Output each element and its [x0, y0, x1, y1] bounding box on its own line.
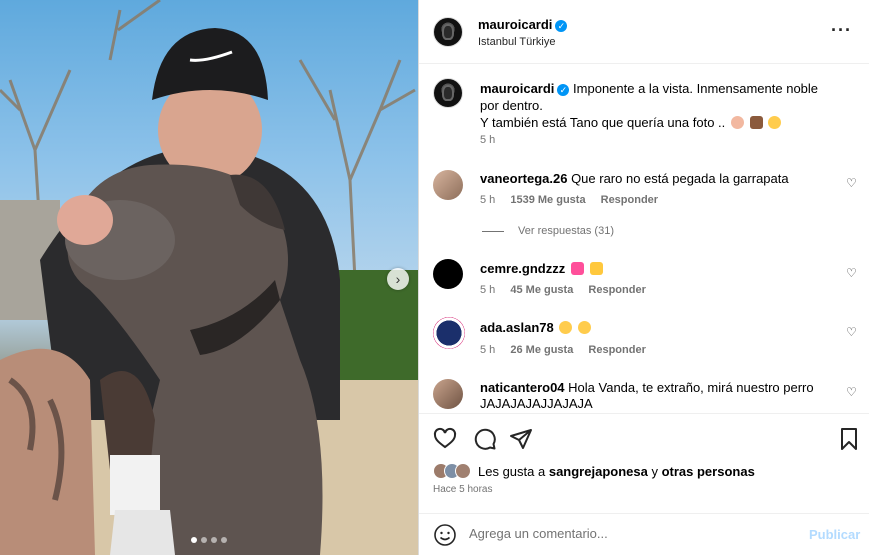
pink-heart-emoji-icon	[570, 262, 584, 275]
comment-time: 5 h	[480, 284, 496, 296]
verified-badge-icon: ✓	[557, 84, 570, 96]
comment-likes[interactable]: 45 Me gusta	[510, 284, 573, 296]
comment-time: 5 h	[480, 344, 496, 356]
comments-section[interactable]: mauroicardi ✓ Imponente a la vista. Inmen…	[419, 65, 869, 413]
comment: naticantero04 Hola Vanda, te extraño, mi…	[480, 380, 840, 412]
post-timestamp: Hace 5 horas	[433, 484, 493, 495]
yellow-heart-emoji-icon	[589, 262, 603, 275]
carousel-dot	[211, 537, 217, 543]
caption-username[interactable]: mauroicardi	[480, 81, 554, 96]
like-comment-icon[interactable]: ♡	[846, 176, 857, 190]
like-comment-icon[interactable]: ♡	[846, 266, 857, 280]
comment-text: Que raro no está pegada la garrapata	[571, 171, 789, 186]
comment-username[interactable]: ada.aslan78	[480, 320, 554, 335]
carousel-dot	[201, 537, 207, 543]
comment-input[interactable]	[469, 526, 769, 541]
caption-time: 5 h	[480, 134, 496, 146]
comment-time: 5 h	[480, 194, 496, 206]
photo-illustration	[0, 0, 418, 555]
brown-heart-emoji-icon	[749, 116, 763, 129]
comment-meta: 5 h 26 Me gusta Responder	[480, 344, 646, 356]
caption-text-line2: Y también está Tano que quería una foto …	[480, 115, 726, 130]
comment-avatar[interactable]	[433, 259, 463, 289]
comment-avatar[interactable]	[433, 317, 465, 349]
like-comment-icon[interactable]: ♡	[846, 325, 857, 339]
post-location[interactable]: Istanbul Türkiye	[478, 36, 555, 48]
add-comment-bar: Publicar	[419, 513, 869, 555]
reply-button[interactable]: Responder	[601, 194, 658, 206]
post-side-panel: mauroicardi ✓ Istanbul Türkiye ··· mauroi…	[418, 0, 869, 555]
heart-eyes-emoji-icon	[768, 116, 782, 129]
caption-avatar[interactable]	[433, 78, 463, 108]
comment-username[interactable]: vaneortega.26	[480, 171, 567, 186]
next-slide-button[interactable]: ›	[387, 268, 409, 290]
author-username[interactable]: mauroicardi ✓	[478, 17, 568, 32]
comment-likes[interactable]: 1539 Me gusta	[510, 194, 585, 206]
comment-meta: 5 h 45 Me gusta Responder	[480, 284, 646, 296]
comment: cemre.gndzzz	[480, 261, 840, 277]
comment-avatar[interactable]	[433, 170, 463, 200]
post-photo[interactable]: ›	[0, 0, 418, 555]
comment: ada.aslan78	[480, 320, 840, 336]
star-struck-emoji-icon	[577, 321, 591, 334]
instagram-post: › mauroicardi ✓ Istanbul Türkiye ··· maur…	[0, 0, 869, 555]
share-send-icon[interactable]	[509, 427, 533, 451]
post-header: mauroicardi ✓ Istanbul Türkiye ···	[419, 0, 869, 64]
post-actions: Les gusta a sangrejaponesa y otras perso…	[419, 413, 869, 513]
carousel-dot	[191, 537, 197, 543]
comment-username[interactable]: cemre.gndzzz	[480, 261, 565, 276]
comment-username[interactable]: naticantero04	[480, 380, 565, 395]
comment-bubble-icon[interactable]	[473, 427, 497, 451]
liker-avatar	[455, 463, 471, 479]
star-struck-emoji-icon	[559, 321, 573, 334]
view-replies-button[interactable]: Ver respuestas (31)	[482, 225, 614, 237]
comment-likes[interactable]: 26 Me gusta	[510, 344, 573, 356]
verified-badge-icon: ✓	[555, 20, 568, 32]
likes-text: Les gusta a sangrejaponesa y otras perso…	[478, 463, 755, 479]
comment: vaneortega.26 Que raro no está pegada la…	[480, 171, 840, 187]
publish-button[interactable]: Publicar	[809, 527, 860, 542]
save-bookmark-icon[interactable]	[837, 427, 861, 451]
like-heart-icon[interactable]	[433, 427, 457, 451]
likes-summary[interactable]: Les gusta a sangrejaponesa y otras perso…	[433, 462, 755, 480]
reply-button[interactable]: Responder	[588, 344, 645, 356]
carousel-indicator	[0, 537, 418, 543]
comment-meta: 5 h 1539 Me gusta Responder	[480, 194, 658, 206]
dog-face-emoji-icon	[730, 116, 744, 129]
comment-avatar[interactable]	[433, 379, 463, 409]
carousel-dot	[221, 537, 227, 543]
reply-button[interactable]: Responder	[588, 284, 645, 296]
other-likers-link[interactable]: otras personas	[662, 464, 755, 479]
liker-username[interactable]: sangrejaponesa	[549, 464, 648, 479]
more-options-icon[interactable]: ···	[831, 20, 852, 41]
like-comment-icon[interactable]: ♡	[846, 385, 857, 399]
caption: mauroicardi ✓ Imponente a la vista. Inmen…	[480, 80, 840, 131]
author-avatar[interactable]	[433, 17, 463, 47]
emoji-picker-icon[interactable]	[433, 523, 457, 547]
